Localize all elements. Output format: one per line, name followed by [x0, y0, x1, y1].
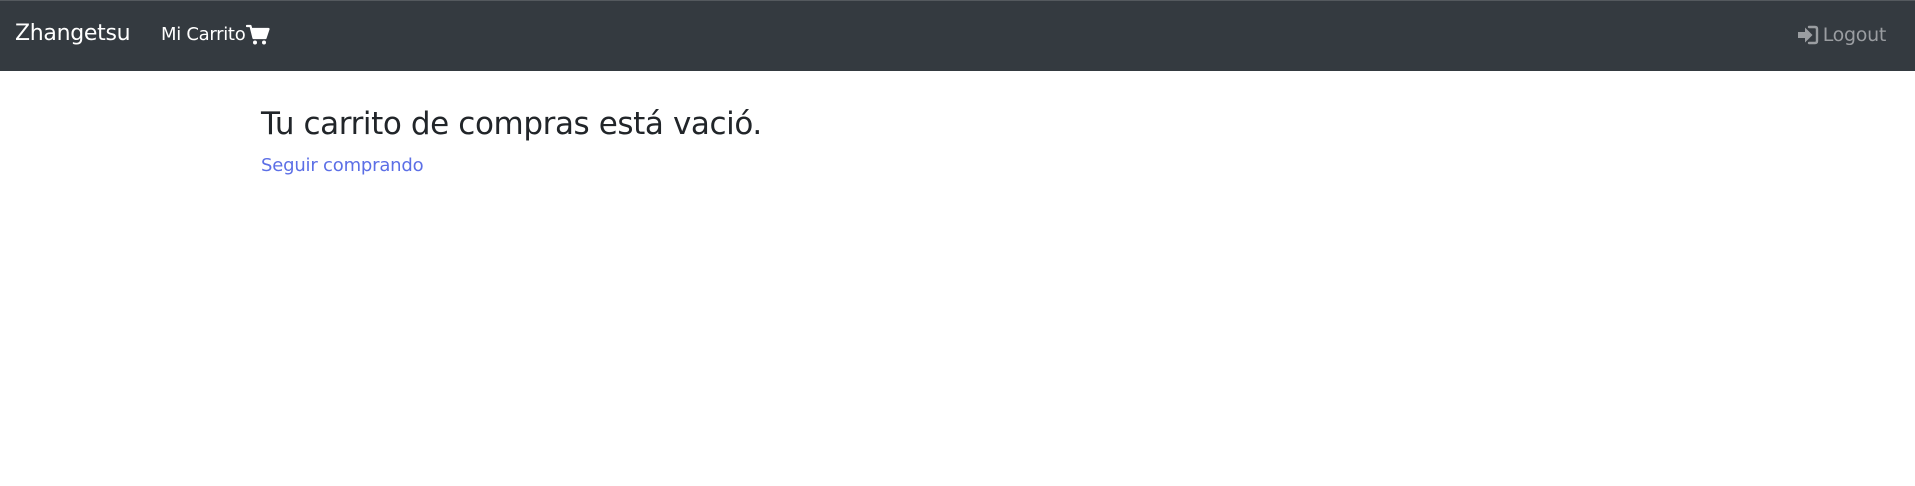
sign-in-icon [1797, 25, 1819, 45]
empty-cart-heading: Tu carrito de compras está vació. [261, 106, 762, 142]
my-cart-link[interactable]: Mi Carrito [161, 23, 271, 47]
continue-shopping-link[interactable]: Seguir comprando [261, 152, 762, 180]
shopping-cart-icon [246, 24, 271, 46]
logout-link[interactable]: Logout [1797, 23, 1886, 47]
top-navbar: Zhangetsu Mi Carrito Logout [0, 0, 1915, 71]
brand-link[interactable]: Zhangetsu [15, 19, 131, 49]
cart-content: Tu carrito de compras está vació. Seguir… [261, 98, 762, 180]
logout-label: Logout [1822, 24, 1887, 46]
my-cart-label: Mi Carrito [161, 24, 246, 45]
